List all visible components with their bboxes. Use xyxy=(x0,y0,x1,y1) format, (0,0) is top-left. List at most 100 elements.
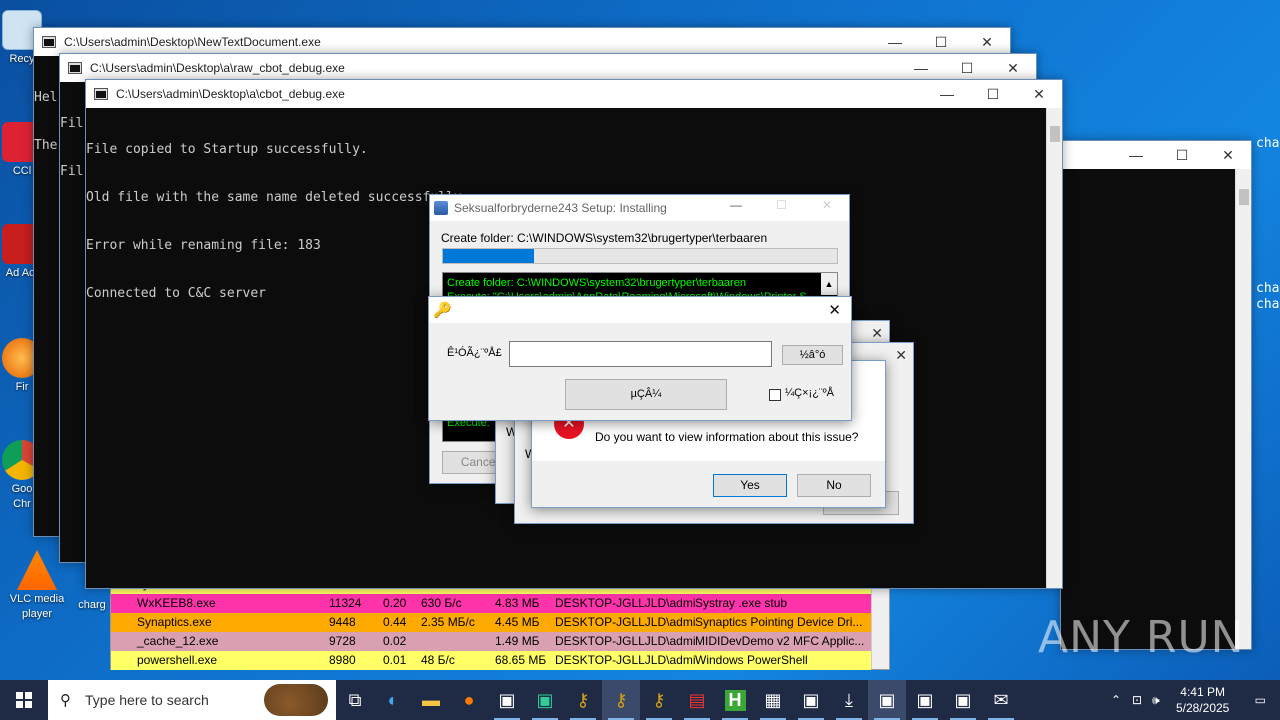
process-cell-user: DESKTOP-JGLLJLD\admi xyxy=(555,634,696,648)
chevron-up-icon[interactable]: ⌃ xyxy=(1105,693,1127,707)
title-bar[interactable]: — ☐ ✕ xyxy=(1061,141,1251,169)
login-button[interactable]: µÇÂ¼ xyxy=(565,379,727,410)
volume-icon[interactable]: 🕪 xyxy=(1147,693,1165,708)
process-list-scrollbar[interactable] xyxy=(871,581,889,669)
process-row[interactable]: WxKEEB8.exe 11324 0.20 630 Б/с 4.83 МБ DESKTO… xyxy=(111,594,871,613)
file-explorer-icon[interactable]: ▬ xyxy=(412,680,450,720)
desktop-icon-label: Recy xyxy=(9,53,35,65)
console-fragment: cha xyxy=(1256,281,1280,296)
key-taskbar-icon[interactable]: ⚷ xyxy=(640,680,678,720)
minimize-icon[interactable]: — xyxy=(1113,147,1159,164)
maximize-icon[interactable]: ☐ xyxy=(1159,147,1205,164)
close-icon[interactable]: ✕ xyxy=(964,34,1010,51)
process-row[interactable]: powershell.exe 8980 0.01 48 Б/с 68.65 МБ DESK… xyxy=(111,651,871,670)
network-icon[interactable]: ⊡ xyxy=(1127,693,1147,707)
process-cell-cpu: 0.01 xyxy=(383,653,407,667)
console-fragment: cha xyxy=(1256,297,1280,312)
card-number-input[interactable] xyxy=(509,341,772,367)
process-cell-pid: 11324 xyxy=(329,596,362,610)
window-title: C:\Users\admin\Desktop\NewTextDocument.e… xyxy=(64,35,321,49)
close-icon[interactable]: ✕ xyxy=(828,301,841,319)
task-view-icon[interactable]: ⧉ xyxy=(336,680,374,720)
console-window-right[interactable]: — ☐ ✕ xyxy=(1060,140,1252,650)
console-output xyxy=(1061,169,1251,649)
window-taskbar-icon[interactable]: ▣ xyxy=(944,680,982,720)
vertical-scrollbar[interactable] xyxy=(1235,169,1251,649)
console-line: File copied to Startup successfully. xyxy=(86,142,368,157)
minimize-icon[interactable]: — xyxy=(898,60,944,77)
taskbar: ⚲ Type here to search ⧉ ◐ ▬ ● ▣ ▣ ⚷ ⚷ ⚷ … xyxy=(0,680,1280,720)
window-taskbar-icon[interactable]: ▣ xyxy=(868,680,906,720)
process-row[interactable]: _cache_12.exe 9728 0.02 1.49 МБ DESKTOP-JGLL… xyxy=(111,632,871,651)
close-icon[interactable]: ✕ xyxy=(822,198,832,212)
minimize-icon[interactable]: — xyxy=(924,86,970,103)
vertical-scrollbar[interactable] xyxy=(1046,108,1062,588)
window-title: C:\Users\admin\Desktop\a\cbot_debug.exe xyxy=(116,87,345,101)
window-taskbar-icon[interactable]: ▣ xyxy=(906,680,944,720)
close-icon[interactable]: ✕ xyxy=(871,325,883,342)
process-row[interactable]: Synaptics.exe 9448 0.44 2.35 МБ/с 4.45 МБ DES… xyxy=(111,613,871,632)
title-bar[interactable]: C:\Users\admin\Desktop\a\raw_cbot_debug.… xyxy=(60,54,1036,82)
minimize-icon[interactable]: — xyxy=(730,198,742,212)
console-taskbar-icon[interactable]: ▣ xyxy=(488,680,526,720)
process-cell-mem: 68.65 МБ xyxy=(495,653,547,667)
process-cell-user: DESKTOP-JGLLJLD\admi xyxy=(555,596,696,610)
flag-taskbar-icon[interactable]: ▤ xyxy=(678,680,716,720)
process-list: system.exeDESKTOP-JGLLJLD\admiWxKEEB8.ex… xyxy=(110,575,890,670)
edge-icon[interactable]: ◐ xyxy=(374,680,412,720)
close-icon[interactable]: ✕ xyxy=(895,347,907,364)
unbind-button[interactable]: ½â°ó xyxy=(782,345,843,365)
process-cell-pid: 9728 xyxy=(329,634,356,648)
window-title: Seksualforbryderne243 Setup: Installing xyxy=(454,201,667,215)
login-dialog[interactable]: 🔑 ✕ Ê¹ÓÃ¿¨ºÅ£ ½â°ó µÇÂ¼ ¼Ç×¡¿¨ºÅ xyxy=(428,296,852,421)
process-cell-desc: Systray .exe stub xyxy=(695,596,788,610)
title-bar[interactable]: Seksualforbryderne243 Setup: Installing … xyxy=(430,195,849,221)
process-cell-cpu: 0.44 xyxy=(383,615,407,629)
console-taskbar-icon[interactable]: ▣ xyxy=(792,680,830,720)
process-cell-pid: 8980 xyxy=(329,653,356,667)
close-icon[interactable]: ✕ xyxy=(1016,86,1062,103)
maximize-icon[interactable]: ☐ xyxy=(944,60,990,77)
error-message: Do you want to view information about th… xyxy=(595,430,859,444)
close-icon[interactable]: ✕ xyxy=(1205,147,1251,164)
app-taskbar-icon[interactable]: ▣ xyxy=(526,680,564,720)
desktop-icon-label: VLC media player xyxy=(9,593,65,620)
process-cell-name: powershell.exe xyxy=(137,653,218,667)
minimize-icon[interactable]: — xyxy=(872,34,918,51)
installer-app-icon xyxy=(434,201,448,215)
start-button[interactable] xyxy=(0,680,48,720)
title-bar[interactable]: C:\Users\admin\Desktop\a\cbot_debug.exe … xyxy=(86,80,1062,108)
log-line: Create folder: C:\WINDOWS\system32\bruge… xyxy=(447,277,746,289)
console-app-icon xyxy=(42,36,56,48)
key-taskbar-icon[interactable]: ⚷ xyxy=(602,680,640,720)
window-title: C:\Users\admin\Desktop\a\raw_cbot_debug.… xyxy=(90,61,345,75)
notification-icon[interactable]: ▭ xyxy=(1241,693,1280,707)
log-scrollbar[interactable]: ▲ xyxy=(821,273,837,295)
search-box[interactable]: ⚲ Type here to search xyxy=(48,680,336,720)
clock-time: 4:41 PM xyxy=(1180,685,1225,699)
desktop-icon-charg[interactable]: charg xyxy=(72,598,112,613)
console-app-icon xyxy=(68,62,82,74)
yes-button[interactable]: Yes xyxy=(713,474,787,497)
h-app-taskbar-icon[interactable]: H xyxy=(716,680,754,720)
process-cell-user: DESKTOP-JGLLJLD\admi xyxy=(555,615,696,629)
no-button[interactable]: No xyxy=(797,474,871,497)
firefox-taskbar-icon[interactable]: ● xyxy=(450,680,488,720)
remember-checkbox[interactable] xyxy=(769,389,781,401)
title-bar[interactable]: 🔑 ✕ xyxy=(429,297,851,323)
installer-taskbar-icon[interactable]: ▦ xyxy=(754,680,792,720)
desktop-icon-label: charg xyxy=(78,599,106,611)
clock[interactable]: 4:41 PM 5/28/2025 xyxy=(1165,684,1241,716)
remember-checkbox-label: ¼Ç×¡¿¨ºÅ xyxy=(785,387,834,399)
process-cell-cpu: 0.02 xyxy=(383,634,407,648)
console-fragment: cha xyxy=(1256,136,1280,151)
download-taskbar-icon[interactable]: ⤓ xyxy=(830,680,868,720)
maximize-icon[interactable]: ☐ xyxy=(776,198,787,212)
maximize-icon[interactable]: ☐ xyxy=(970,86,1016,103)
close-icon[interactable]: ✕ xyxy=(990,60,1036,77)
maximize-icon[interactable]: ☐ xyxy=(918,34,964,51)
title-bar[interactable]: C:\Users\admin\Desktop\NewTextDocument.e… xyxy=(34,28,1010,56)
key-taskbar-icon[interactable]: ⚷ xyxy=(564,680,602,720)
vlc-icon xyxy=(17,550,57,590)
mail-taskbar-icon[interactable]: ✉ xyxy=(982,680,1020,720)
